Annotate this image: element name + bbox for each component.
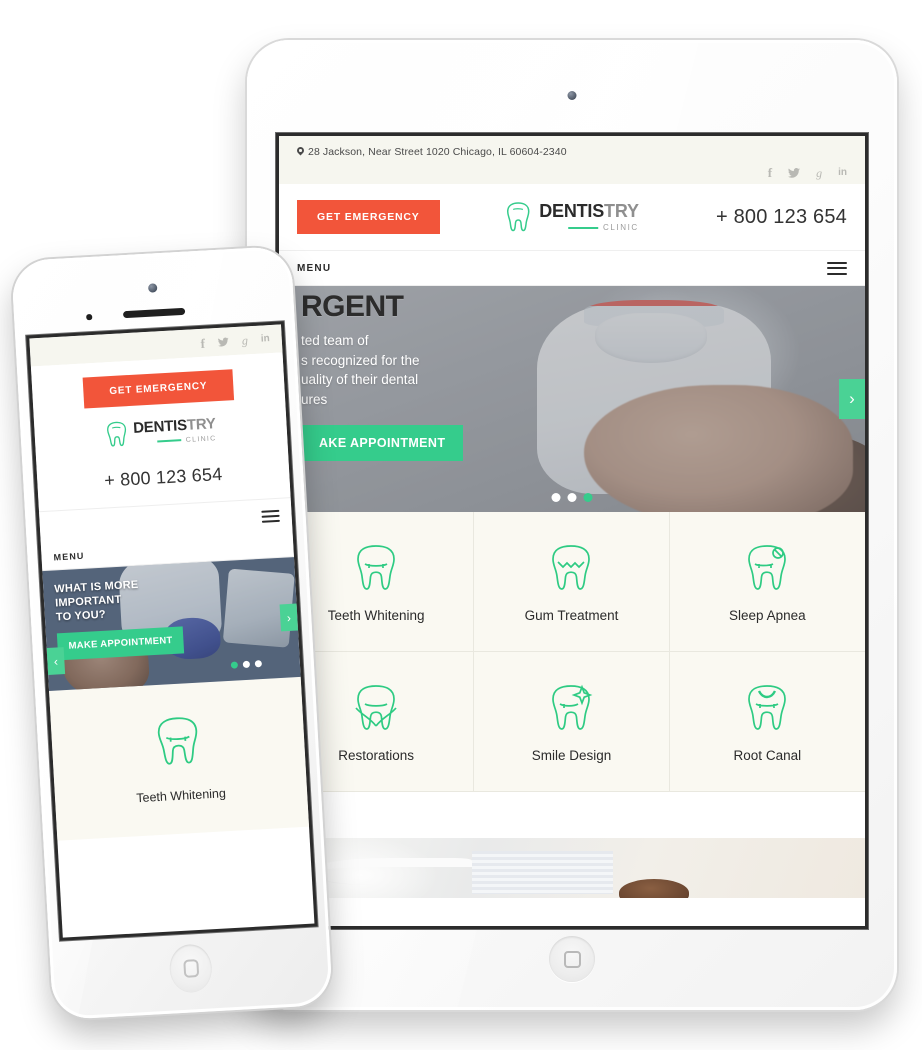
mobile-hero-slider: WHAT IS MORE IMPORTANT TO YOU? MAKE APPO…	[42, 557, 301, 691]
service-label: Gum Treatment	[524, 608, 619, 623]
service-label: Root Canal	[733, 748, 802, 763]
service-label: Restorations	[338, 748, 415, 763]
mobile-hero-heading: WHAT IS MORE IMPORTANT TO YOU?	[54, 574, 206, 624]
logo-wordmark: DENTISTRY CLINIC	[132, 414, 217, 447]
mobile-social-links: f g in	[200, 333, 270, 350]
nav-menu-label: MENU	[297, 262, 332, 274]
site-header: GET EMERGENCY DENTISTRY CLINIC + 800 123…	[279, 184, 865, 250]
mobile-header: GET EMERGENCY DENTISTRY CLINIC + 800 123…	[30, 352, 291, 512]
service-label: Teeth Whitening	[135, 786, 227, 806]
mobile-hero-heading-line2: TO YOU?	[55, 608, 107, 624]
slider-dot[interactable]	[254, 660, 263, 668]
front-camera-icon	[147, 283, 158, 293]
tooth-restoration-icon	[354, 680, 398, 738]
service-card[interactable]: Gum Treatment	[474, 512, 670, 652]
linkedin-icon[interactable]: in	[261, 333, 270, 344]
front-camera-icon	[567, 91, 577, 100]
service-card[interactable]: Root Canal	[669, 652, 865, 792]
website-viewport-tablet: 28 Jackson, Near Street 1020 Chicago, IL…	[279, 136, 865, 926]
nav-menu-label: MENU	[53, 550, 85, 562]
hamburger-menu-icon[interactable]	[261, 506, 280, 525]
slider-dot[interactable]	[242, 660, 251, 669]
twitter-icon[interactable]	[788, 167, 801, 178]
slider-next-arrow[interactable]: ›	[279, 603, 299, 632]
site-navbar: MENU	[279, 250, 865, 286]
slider-dot[interactable]	[551, 493, 561, 502]
bottom-section-photo	[279, 838, 865, 898]
header-phone-number[interactable]: + 800 123 654	[37, 460, 290, 495]
tooth-gum-icon	[549, 540, 593, 598]
slider-next-arrow[interactable]: ›	[839, 379, 865, 419]
hero-content: RGENT ted team of s recognized for the u…	[301, 290, 464, 461]
proximity-sensor-icon	[86, 313, 92, 320]
showcase-composition: 28 Jackson, Near Street 1020 Chicago, IL…	[0, 0, 922, 1050]
logo-rule	[156, 439, 181, 443]
tablet-screen: 28 Jackson, Near Street 1020 Chicago, IL…	[279, 136, 865, 926]
tooth-root-canal-icon	[745, 680, 789, 738]
service-label: Smile Design	[531, 748, 612, 763]
logo-wordmark: DENTISTRY CLINIC	[539, 202, 639, 232]
social-links: f g in	[768, 166, 847, 179]
slider-dot-active[interactable]	[583, 493, 593, 502]
hero-paragraph: ted team of s recognized for the uality …	[301, 333, 420, 407]
get-emergency-button[interactable]: GET EMERGENCY	[82, 369, 235, 409]
hamburger-menu-icon[interactable]	[827, 258, 847, 278]
tooth-sparkle-icon	[549, 680, 593, 738]
clinic-address-text: 28 Jackson, Near Street 1020 Chicago, IL…	[308, 146, 567, 158]
phone-home-button[interactable]	[168, 943, 214, 994]
slider-dot[interactable]	[567, 493, 577, 502]
make-appointment-button[interactable]: AKE APPOINTMENT	[301, 425, 464, 461]
logo-subtitle: CLINIC	[134, 435, 217, 447]
clinic-address: 28 Jackson, Near Street 1020 Chicago, IL…	[297, 146, 567, 158]
site-topbar: 28 Jackson, Near Street 1020 Chicago, IL…	[279, 136, 865, 184]
twitter-icon[interactable]	[218, 337, 229, 347]
slider-prev-arrow[interactable]: ‹	[46, 647, 66, 675]
services-grid: Teeth Whitening Gum Treatment Sleep Apne…	[279, 512, 865, 792]
hero-slider: RGENT ted team of s recognized for the u…	[279, 286, 865, 512]
tooth-icon	[105, 420, 128, 448]
service-card[interactable]: Smile Design	[474, 652, 670, 792]
slider-dot-active[interactable]	[230, 661, 239, 669]
facebook-icon[interactable]: f	[768, 166, 772, 179]
tablet-device: 28 Jackson, Near Street 1020 Chicago, IL…	[247, 40, 897, 1010]
hero-heading: RGENT	[301, 290, 404, 323]
logo-subtitle: CLINIC	[539, 224, 639, 232]
google-plus-icon[interactable]: g	[242, 333, 249, 347]
earpiece-speaker-icon	[122, 307, 186, 319]
service-card[interactable]: Teeth Whitening	[49, 676, 310, 841]
tooth-apnea-icon	[745, 540, 789, 598]
tooth-whitening-icon	[154, 714, 203, 776]
facebook-icon[interactable]: f	[200, 335, 205, 350]
service-label: Teeth Whitening	[327, 608, 425, 623]
site-logo[interactable]: DENTISTRY CLINIC	[34, 411, 287, 452]
logo-rule	[567, 227, 598, 229]
site-logo[interactable]: DENTISTRY CLINIC	[505, 201, 639, 233]
google-plus-icon[interactable]: g	[816, 167, 822, 179]
linkedin-icon[interactable]: in	[838, 167, 847, 178]
tooth-icon	[505, 201, 531, 233]
logo-name: DENTISTRY	[539, 201, 639, 221]
slider-dots	[551, 493, 593, 502]
get-emergency-button[interactable]: GET EMERGENCY	[297, 200, 440, 234]
tablet-home-button[interactable]	[549, 936, 595, 982]
phone-screen: f g in GET EMERGENCY DENTISTRY CLINIC + …	[29, 324, 315, 938]
content-spacer	[279, 792, 865, 838]
tooth-whitening-icon	[354, 540, 398, 598]
logo-name: DENTISTRY	[132, 414, 217, 437]
map-pin-icon	[297, 147, 304, 157]
service-card[interactable]: Sleep Apnea	[669, 512, 865, 652]
phone-device: f g in GET EMERGENCY DENTISTRY CLINIC + …	[11, 245, 333, 1021]
mobile-hero-heading-line1: WHAT IS MORE IMPORTANT	[54, 578, 139, 610]
header-phone-number[interactable]: + 800 123 654	[716, 206, 847, 229]
service-label: Sleep Apnea	[729, 608, 806, 623]
